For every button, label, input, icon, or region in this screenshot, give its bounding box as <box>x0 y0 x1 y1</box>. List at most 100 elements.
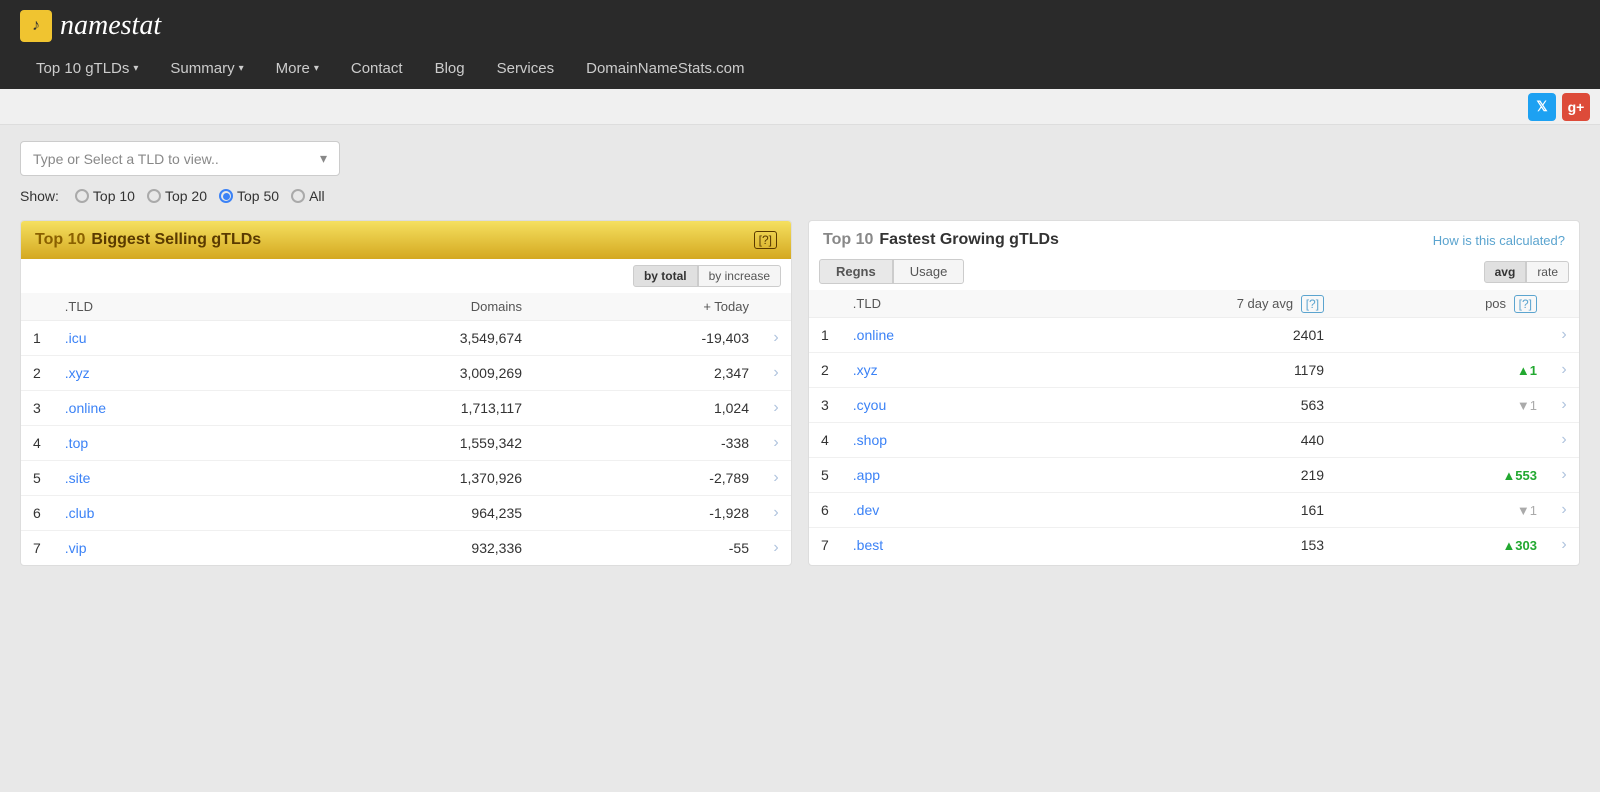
right-tld-link[interactable]: .shop <box>853 432 887 448</box>
tab-by-total[interactable]: by total <box>633 265 698 287</box>
right-row-chevron-icon[interactable]: › <box>1561 466 1566 483</box>
show-top20[interactable]: Top 20 <box>147 188 207 204</box>
table-row: 1 .icu 3,549,674 -19,403 › <box>21 321 791 356</box>
nav-contact[interactable]: Contact <box>335 48 419 89</box>
show-options-row: Show: Top 10 Top 20 Top 50 All <box>20 188 1580 204</box>
right-tld-cell: .best <box>841 528 1024 563</box>
tld-link[interactable]: .club <box>65 505 95 521</box>
7day-help-badge[interactable]: [?] <box>1301 295 1324 313</box>
right-row-chevron-icon[interactable]: › <box>1561 396 1566 413</box>
row-chevron-icon[interactable]: › <box>773 364 778 381</box>
show-top10[interactable]: Top 10 <box>75 188 135 204</box>
pos-up-indicator: ▲553 <box>1502 468 1537 483</box>
tld-selector-arrow-icon: ▾ <box>320 150 327 167</box>
right-tld-cell: .dev <box>841 493 1024 528</box>
tab-by-increase[interactable]: by increase <box>698 265 781 287</box>
row-chevron-icon[interactable]: › <box>773 329 778 346</box>
right-rank-cell: 6 <box>809 493 841 528</box>
biggest-selling-header: Top 10 Biggest Selling gTLDs [?] <box>21 221 791 259</box>
tables-row: Top 10 Biggest Selling gTLDs [?] by tota… <box>20 220 1580 566</box>
right-rank-cell: 4 <box>809 423 841 458</box>
nav-services[interactable]: Services <box>481 48 571 89</box>
right-chevron-cell: › <box>1549 388 1579 423</box>
right-tld-link[interactable]: .app <box>853 467 880 483</box>
chevron-cell: › <box>761 321 791 356</box>
show-all[interactable]: All <box>291 188 325 204</box>
chevron-cell: › <box>761 496 791 531</box>
right-tld-link[interactable]: .xyz <box>853 362 878 378</box>
row-chevron-icon[interactable]: › <box>773 469 778 486</box>
avg-cell: 1179 <box>1024 353 1336 388</box>
nav-domainstats[interactable]: DomainNameStats.com <box>570 48 760 89</box>
main-nav: Top 10 gTLDs ▾ Summary ▾ More ▾ Contact … <box>20 48 1580 89</box>
right-tld-cell: .app <box>841 458 1024 493</box>
tld-selector-placeholder: Type or Select a TLD to view.. <box>33 151 219 167</box>
biggest-selling-help: [?] <box>754 231 777 249</box>
tld-link[interactable]: .vip <box>65 540 87 556</box>
domains-cell: 964,235 <box>260 496 534 531</box>
pos-cell: ▼1 <box>1336 388 1549 423</box>
table-row: 2 .xyz 3,009,269 2,347 › <box>21 356 791 391</box>
right-row-chevron-icon[interactable]: › <box>1561 431 1566 448</box>
show-radio-group: Top 10 Top 20 Top 50 All <box>75 188 325 204</box>
nav-top10-gtlds[interactable]: Top 10 gTLDs ▾ <box>20 48 154 89</box>
row-chevron-icon[interactable]: › <box>773 539 778 556</box>
right-tld-link[interactable]: .online <box>853 327 894 343</box>
right-row-chevron-icon[interactable]: › <box>1561 536 1566 553</box>
tld-link[interactable]: .online <box>65 400 106 416</box>
show-top50[interactable]: Top 50 <box>219 188 279 204</box>
row-chevron-icon[interactable]: › <box>773 434 778 451</box>
right-row-chevron-icon[interactable]: › <box>1561 501 1566 518</box>
biggest-selling-title: Biggest Selling gTLDs <box>91 231 261 249</box>
calc-link[interactable]: How is this calculated? <box>1433 233 1565 248</box>
today-cell: -19,403 <box>534 321 761 356</box>
right-chevron-cell: › <box>1549 528 1579 563</box>
googleplus-button[interactable]: g+ <box>1562 93 1590 121</box>
table-row: 5 .app 219 ▲553 › <box>809 458 1579 493</box>
subtab-usage[interactable]: Usage <box>893 259 965 284</box>
tld-cell: .top <box>53 426 260 461</box>
col-today-header: + Today <box>534 293 761 321</box>
tld-link[interactable]: .icu <box>65 330 87 346</box>
right-col-arrow-header <box>1549 290 1579 318</box>
row-chevron-icon[interactable]: › <box>773 399 778 416</box>
nav-blog[interactable]: Blog <box>419 48 481 89</box>
right-col-tld-header: .TLD <box>841 290 1024 318</box>
tld-link[interactable]: .xyz <box>65 365 90 381</box>
tab-avg[interactable]: avg <box>1484 261 1527 283</box>
biggest-selling-help-badge[interactable]: [?] <box>754 231 777 249</box>
today-cell: -1,928 <box>534 496 761 531</box>
right-row-chevron-icon[interactable]: › <box>1561 361 1566 378</box>
row-chevron-icon[interactable]: › <box>773 504 778 521</box>
right-tld-cell: .cyou <box>841 388 1024 423</box>
table-row: 3 .online 1,713,117 1,024 › <box>21 391 791 426</box>
right-row-chevron-icon[interactable]: › <box>1561 326 1566 343</box>
tab-rate[interactable]: rate <box>1526 261 1569 283</box>
right-tld-link[interactable]: .best <box>853 537 883 553</box>
pos-cell <box>1336 318 1549 353</box>
pos-cell: ▲303 <box>1336 528 1549 563</box>
right-chevron-cell: › <box>1549 423 1579 458</box>
avg-cell: 219 <box>1024 458 1336 493</box>
pos-help-badge[interactable]: [?] <box>1514 295 1537 313</box>
subtab-regns[interactable]: Regns <box>819 259 893 284</box>
fastest-growing-panel: Top 10 Fastest Growing gTLDs How is this… <box>808 220 1580 566</box>
nav-summary[interactable]: Summary ▾ <box>154 48 259 89</box>
tld-link[interactable]: .top <box>65 435 88 451</box>
tld-link[interactable]: .site <box>65 470 91 486</box>
right-tld-link[interactable]: .dev <box>853 502 879 518</box>
radio-top10-circle <box>75 189 89 203</box>
right-tld-cell: .online <box>841 318 1024 353</box>
col-arrow-header <box>761 293 791 321</box>
tld-selector-dropdown[interactable]: Type or Select a TLD to view.. ▾ <box>20 141 340 176</box>
pos-up-indicator: ▲1 <box>1517 363 1537 378</box>
domains-cell: 932,336 <box>260 531 534 566</box>
fastest-growing-calc-link: How is this calculated? <box>1433 233 1565 248</box>
today-cell: -55 <box>534 531 761 566</box>
table-row: 1 .online 2401 › <box>809 318 1579 353</box>
avg-cell: 2401 <box>1024 318 1336 353</box>
right-tld-link[interactable]: .cyou <box>853 397 886 413</box>
domains-cell: 1,713,117 <box>260 391 534 426</box>
twitter-button[interactable]: 𝕏 <box>1528 93 1556 121</box>
nav-more[interactable]: More ▾ <box>260 48 335 89</box>
